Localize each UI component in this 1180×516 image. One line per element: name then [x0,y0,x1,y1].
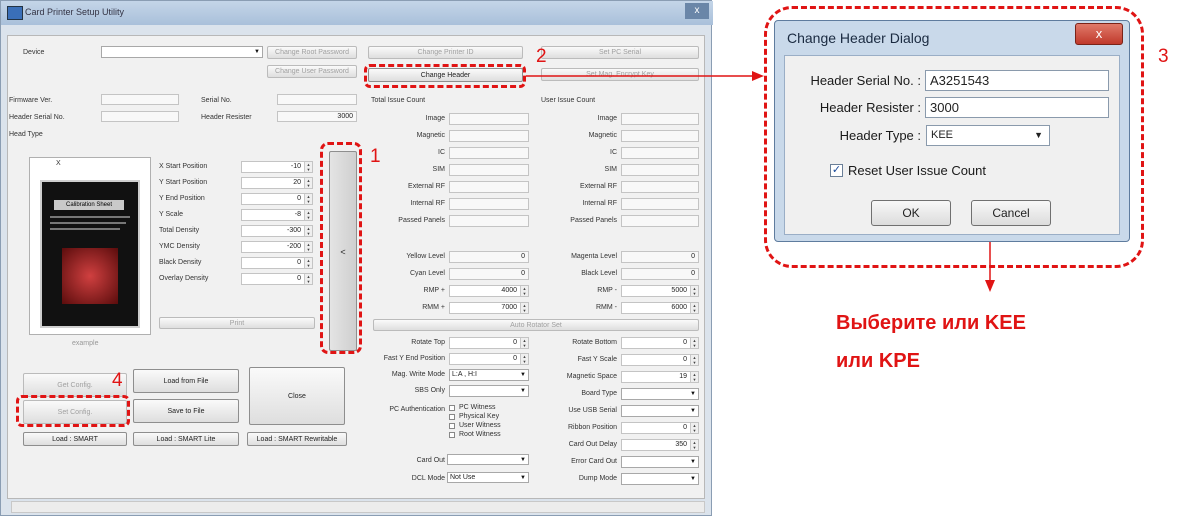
header-type-select[interactable]: KEE ▼ [926,125,1050,146]
chevron-down-icon: ▼ [1034,130,1043,140]
instruction-line-1: Выберите или KEE [836,312,1026,334]
header-resister-label: Header Resister : [819,100,921,115]
reset-user-issue-label: Reset User Issue Count [848,163,987,178]
dialog-close-icon[interactable]: x [1075,23,1123,45]
instruction-line-2: или KPE [836,350,920,372]
change-header-dialog: Change Header Dialog x Header Serial No.… [774,20,1130,242]
header-type-value: KEE [931,129,954,141]
header-resister-input[interactable]: 3000 [925,97,1109,118]
reset-user-issue-checkbox[interactable]: ✓ [830,164,843,177]
header-serial-label: Header Serial No. : [810,73,921,88]
dialog-title: Change Header Dialog [787,30,930,46]
ok-button[interactable]: OK [871,200,951,226]
dialog-client-area: Header Serial No. : A3251543 Header Resi… [784,55,1120,235]
header-type-label: Header Type : [839,128,921,143]
cancel-button[interactable]: Cancel [971,200,1051,226]
header-serial-input[interactable]: A3251543 [925,70,1109,91]
